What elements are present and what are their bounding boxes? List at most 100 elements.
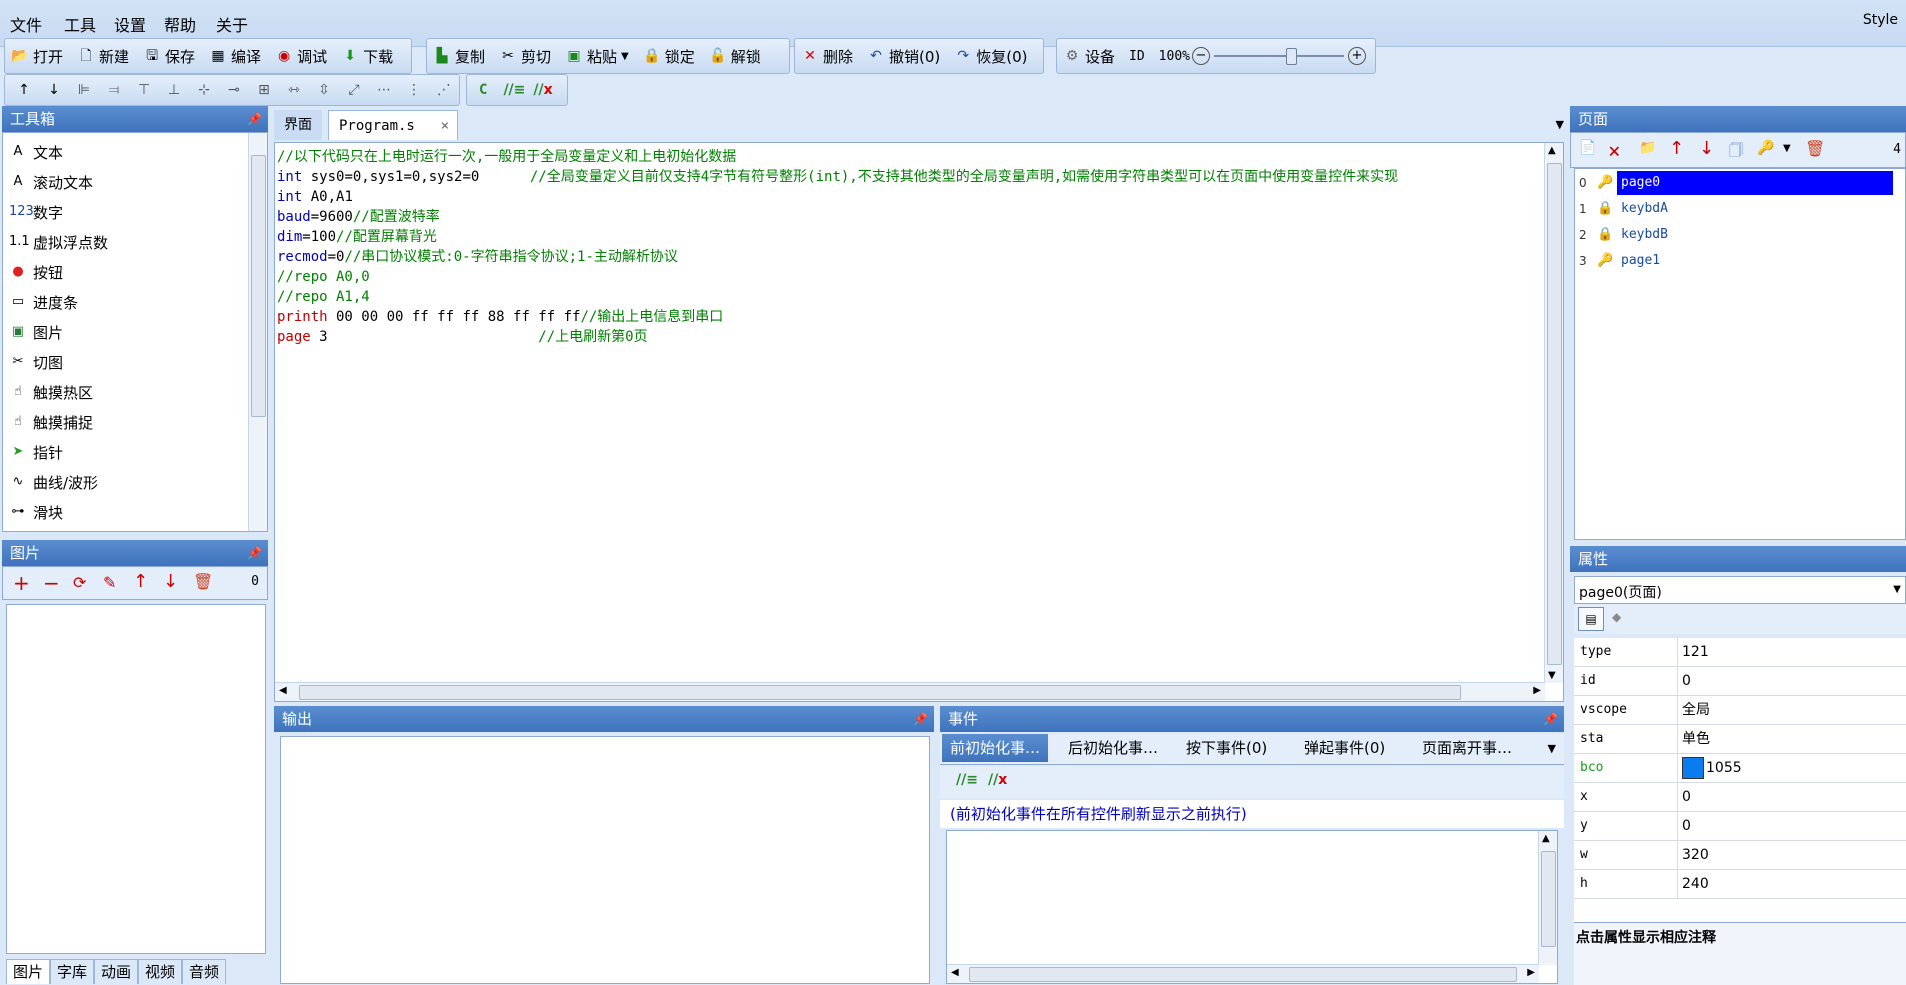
property-row[interactable]: sta 单色 <box>1574 725 1906 754</box>
menu-settings[interactable]: 设置 <box>114 12 146 36</box>
distribute-icon[interactable]: ⋰ <box>435 81 453 99</box>
editor-hscrollbar[interactable]: ◀ ▶ <box>275 682 1545 701</box>
add-page-icon[interactable]: 📄 <box>1579 140 1596 156</box>
open-button[interactable]: 📂 打开 <box>11 46 63 67</box>
output-area[interactable] <box>280 736 930 984</box>
id-button[interactable]: ID <box>1129 49 1145 64</box>
paste-button[interactable]: ▣ 粘贴 ▼ <box>565 46 629 67</box>
space-vertical-icon[interactable]: ⋮ <box>405 81 423 99</box>
event-tab[interactable]: 按下事件(0) <box>1178 734 1275 762</box>
uncomment-icon[interactable]: //x <box>533 82 552 98</box>
redo-button[interactable]: ↷ 恢复(0) <box>954 46 1027 67</box>
resource-tab[interactable]: 图片 <box>6 959 51 984</box>
trash-icon[interactable]: 🗑 <box>193 572 213 591</box>
same-width-icon[interactable]: ⇿ <box>285 81 303 99</box>
property-row[interactable]: vscope 全局 <box>1574 696 1906 725</box>
event-tab[interactable]: 页面离开事… <box>1414 734 1520 762</box>
align-top-icon[interactable]: ⊤ <box>135 81 153 99</box>
toolbox-item[interactable]: ➤ 指针 <box>3 437 243 467</box>
event-tab[interactable]: 后初始化事… <box>1060 734 1166 762</box>
copy-page-icon[interactable]: 🗍 <box>1729 140 1743 164</box>
tab-interface[interactable]: 界面 <box>274 110 322 140</box>
event-tab[interactable]: 弹起事件(0) <box>1296 734 1393 762</box>
event-tab-dropdown-icon[interactable]: ▼ <box>1548 742 1556 755</box>
toolbox-item[interactable]: ▭ 进度条 <box>3 287 243 317</box>
zoom-in-icon[interactable]: + <box>1347 47 1366 65</box>
toolbox-item[interactable]: 123 数字 <box>3 197 243 227</box>
menu-help[interactable]: 帮助 <box>164 12 196 36</box>
comment-icon[interactable]: //≡ <box>503 82 525 98</box>
property-value[interactable]: 240 <box>1677 870 1709 898</box>
new-button[interactable]: 🗋 新建 <box>77 46 129 67</box>
align-left-icon[interactable]: ⊫ <box>75 81 93 99</box>
event-code-area[interactable]: ▲ ◀ ▶ <box>946 830 1558 984</box>
same-height-icon[interactable]: ⇳ <box>315 81 333 99</box>
property-value[interactable]: 0 <box>1677 783 1691 811</box>
event-vscroll-thumb[interactable] <box>1541 851 1556 947</box>
resource-tab[interactable]: 视频 <box>138 959 183 984</box>
zoom-slider-thumb[interactable] <box>1285 48 1297 65</box>
toolbox-item[interactable]: A 文本 <box>3 137 243 167</box>
page-item[interactable]: 0 🔑 page0 <box>1575 171 1905 195</box>
pin-icon[interactable]: 📌 <box>1543 706 1558 732</box>
editor-hscroll-thumb[interactable] <box>299 685 1461 700</box>
edit-icon[interactable]: ✎ <box>103 573 116 592</box>
close-icon[interactable]: × <box>441 111 449 141</box>
menu-about[interactable]: 关于 <box>216 12 248 36</box>
align-bottom-icon[interactable]: ⊥ <box>165 81 183 99</box>
tab-program[interactable]: Program.s × <box>328 110 458 140</box>
chevron-down-icon[interactable]: ▼ <box>621 51 629 62</box>
editor-vscrollbar[interactable]: ▲ ▼ <box>1544 143 1563 683</box>
undo-button[interactable]: ↶ 撤销(0) <box>867 46 940 67</box>
key-icon[interactable]: 🔑 <box>1757 140 1774 156</box>
toolbox-item[interactable]: ✂ 切图 <box>3 347 243 377</box>
toolbox-item[interactable]: ☝ 触摸捕捉 <box>3 407 243 437</box>
sort-icon[interactable]: ◆ <box>1612 610 1621 624</box>
style-menu[interactable]: Style <box>1863 12 1898 28</box>
comment-icon[interactable]: //≡ <box>956 772 978 788</box>
color-swatch[interactable] <box>1682 757 1704 779</box>
pin-icon[interactable]: 📌 <box>247 540 262 566</box>
toolbox-scroll-thumb[interactable] <box>251 155 266 417</box>
move-up-icon[interactable]: ↑ <box>1669 138 1684 159</box>
pin-icon[interactable]: 📌 <box>247 106 262 132</box>
copy-button[interactable]: ▙ 复制 <box>433 46 485 67</box>
bring-up-icon[interactable]: ↑ <box>15 81 33 99</box>
page-item[interactable]: 2 🔒 keybdB <box>1575 223 1905 247</box>
add-icon[interactable]: + <box>13 571 30 595</box>
delete-page-icon[interactable]: 🗙 <box>1609 140 1620 164</box>
property-value[interactable]: 单色 <box>1677 725 1710 753</box>
space-horizontal-icon[interactable]: ⋯ <box>375 81 393 99</box>
property-row[interactable]: w 320 <box>1574 841 1906 870</box>
property-row[interactable]: h 240 <box>1574 870 1906 899</box>
editor-vscroll-thumb[interactable] <box>1547 163 1562 665</box>
property-value[interactable]: 320 <box>1677 841 1709 869</box>
page-item[interactable]: 1 🔒 keybdA <box>1575 197 1905 221</box>
property-row[interactable]: x0 <box>1574 783 1906 812</box>
import-page-icon[interactable]: 📁 <box>1639 140 1656 156</box>
property-row[interactable]: bco 1055 <box>1574 754 1906 783</box>
same-size-icon[interactable]: ⤢ <box>345 81 363 99</box>
pictures-list[interactable] <box>6 604 266 954</box>
send-down-icon[interactable]: ↓ <box>45 81 63 99</box>
event-hscrollbar[interactable]: ◀ ▶ <box>947 964 1539 983</box>
toolbox-item[interactable]: ☝ 触摸热区 <box>3 377 243 407</box>
refresh-icon[interactable]: ⟳ <box>73 573 86 592</box>
c-button[interactable]: C <box>479 82 487 98</box>
chevron-down-icon[interactable]: ▼ <box>1893 584 1901 595</box>
center-both-icon[interactable]: ⊞ <box>255 81 273 99</box>
lock-button[interactable]: 🔒 锁定 <box>643 46 695 67</box>
cut-button[interactable]: ✂ 剪切 <box>499 46 551 67</box>
trash-icon[interactable]: 🗑 <box>1805 139 1825 158</box>
object-selector[interactable]: page0(页面) ▼ <box>1574 576 1906 604</box>
event-hscroll-thumb[interactable] <box>969 967 1517 982</box>
move-down-icon[interactable]: ↓ <box>163 571 178 592</box>
menu-tools[interactable]: 工具 <box>64 12 96 36</box>
toolbox-item[interactable]: ▣ 图片 <box>3 317 243 347</box>
toolbox-item[interactable]: 1.1 虚拟浮点数 <box>3 227 243 257</box>
property-value[interactable]: 1055 <box>1677 754 1742 782</box>
center-horizontal-icon[interactable]: ⊹ <box>195 81 213 99</box>
event-vscrollbar[interactable]: ▲ <box>1538 831 1557 965</box>
move-up-icon[interactable]: ↑ <box>133 571 148 592</box>
move-down-icon[interactable]: ↓ <box>1699 138 1714 159</box>
